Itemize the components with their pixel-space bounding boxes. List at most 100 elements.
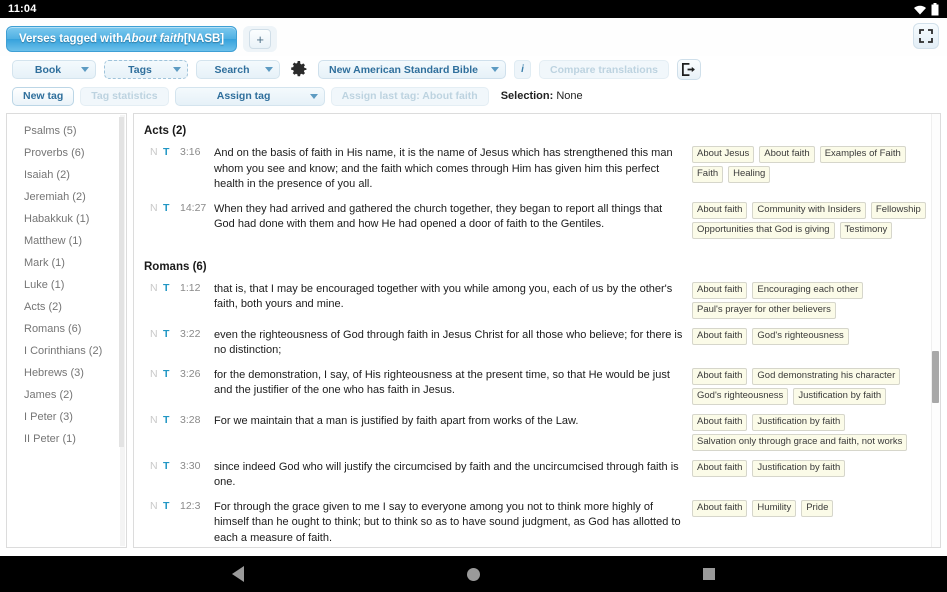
tag-chip[interactable]: Justification by faith: [752, 459, 846, 477]
verse-row[interactable]: N T 1:12 that is, that I may be encouraged …: [142, 279, 926, 325]
tag-chip[interactable]: Opportunities that God is giving: [692, 221, 835, 239]
book-dropdown[interactable]: Book: [12, 60, 96, 79]
info-button[interactable]: i: [514, 60, 531, 79]
sidebar-item[interactable]: Isaiah (2): [7, 164, 126, 186]
verse-text[interactable]: For through the grace given to me I say …: [214, 500, 690, 547]
back-icon[interactable]: [231, 566, 244, 582]
sidebar-item[interactable]: Acts (2): [7, 296, 126, 318]
verse-row[interactable]: N T 3:22 even the righteousness of God thro…: [142, 325, 926, 365]
sidebar-item[interactable]: Mark (1): [7, 252, 126, 274]
recent-apps-icon[interactable]: [703, 568, 716, 580]
tag-chip[interactable]: Pride: [801, 499, 834, 517]
translation-select[interactable]: New American Standard Bible: [318, 60, 506, 79]
tag-statistics-button[interactable]: Tag statistics: [80, 86, 169, 106]
tag-flag-icon[interactable]: T: [163, 368, 180, 380]
new-tag-button[interactable]: New tag: [12, 86, 75, 106]
verse-reference[interactable]: 12:3: [180, 500, 200, 512]
tag-chip[interactable]: Fellowship: [870, 201, 926, 219]
verse-text[interactable]: for the demonstration, I say, of His rig…: [214, 368, 690, 399]
verse-reference[interactable]: 3:30: [180, 460, 200, 472]
tag-chip[interactable]: About faith: [759, 146, 815, 163]
sidebar-scrollbar-track[interactable]: [119, 115, 125, 546]
tag-chip[interactable]: Justification by faith: [752, 413, 846, 431]
add-tab-button[interactable]: +: [249, 29, 272, 49]
sidebar-item[interactable]: Matthew (1): [7, 230, 126, 252]
tab-verses-tagged[interactable]: Verses tagged with About faith [NASB]: [6, 26, 238, 52]
verse-reference[interactable]: 3:16: [180, 146, 200, 158]
tag-chip[interactable]: About faith: [692, 281, 748, 299]
note-flag-icon[interactable]: N: [150, 368, 163, 380]
settings-button[interactable]: [288, 59, 310, 80]
tag-flag-icon[interactable]: T: [163, 328, 180, 340]
compare-translations-button[interactable]: Compare translations: [539, 60, 669, 79]
tag-chip[interactable]: God's righteousness: [752, 327, 849, 345]
tag-chip[interactable]: Humility: [752, 499, 797, 517]
tag-flag-icon[interactable]: T: [163, 202, 180, 214]
verse-reference[interactable]: 3:26: [180, 368, 200, 380]
tag-chip[interactable]: Testimony: [839, 221, 893, 239]
tag-chip[interactable]: About Jesus: [692, 146, 755, 163]
verse-text[interactable]: When they had arrived and gathered the c…: [214, 202, 690, 233]
verse-scrollbar-track[interactable]: [931, 114, 940, 547]
verse-row[interactable]: N T 3:26 for the demonstration, I say, of H…: [142, 365, 926, 411]
note-flag-icon[interactable]: N: [150, 282, 163, 294]
tag-chip[interactable]: Faith: [692, 166, 724, 183]
sidebar-item[interactable]: I Peter (3): [7, 406, 126, 428]
tag-chip[interactable]: Salvation only through grace and faith, …: [692, 433, 908, 451]
tag-chip[interactable]: God demonstrating his character: [752, 367, 901, 385]
verse-row[interactable]: N T 14:27 When they had arrived and gathere…: [142, 199, 926, 245]
tag-chip[interactable]: About faith: [692, 367, 748, 385]
sidebar-scrollbar-thumb[interactable]: [119, 117, 124, 447]
verse-reference[interactable]: 3:22: [180, 328, 200, 340]
tag-flag-icon[interactable]: T: [163, 282, 180, 294]
verse-text[interactable]: even the righteousness of God through fa…: [214, 328, 690, 359]
tags-dropdown[interactable]: Tags: [104, 60, 188, 79]
sidebar-item[interactable]: Habakkuk (1): [7, 208, 126, 230]
note-flag-icon[interactable]: N: [150, 328, 163, 340]
tag-chip[interactable]: Examples of Faith: [819, 146, 906, 163]
tag-chip[interactable]: About faith: [692, 201, 748, 219]
tag-flag-icon[interactable]: T: [163, 500, 180, 512]
tag-chip[interactable]: God's righteousness: [692, 387, 789, 405]
tag-chip[interactable]: About faith: [692, 499, 748, 517]
fullscreen-button[interactable]: [913, 23, 939, 49]
verse-text[interactable]: that is, that I may be encouraged togeth…: [214, 282, 690, 313]
sidebar-item[interactable]: James (2): [7, 384, 126, 406]
note-flag-icon[interactable]: N: [150, 146, 163, 158]
tag-flag-icon[interactable]: T: [163, 146, 180, 158]
tag-flag-icon[interactable]: T: [163, 414, 180, 426]
verse-text[interactable]: For we maintain that a man is justified …: [214, 414, 690, 430]
note-flag-icon[interactable]: N: [150, 202, 163, 214]
verse-reference[interactable]: 3:28: [180, 414, 200, 426]
home-icon[interactable]: [466, 567, 480, 581]
sidebar-item[interactable]: II Peter (1): [7, 428, 126, 450]
note-flag-icon[interactable]: N: [150, 414, 163, 426]
note-flag-icon[interactable]: N: [150, 460, 163, 472]
sidebar-item[interactable]: Romans (6): [7, 318, 126, 340]
sidebar-item[interactable]: Jeremiah (2): [7, 186, 126, 208]
tag-flag-icon[interactable]: T: [163, 460, 180, 472]
sidebar-item[interactable]: Hebrews (3): [7, 362, 126, 384]
tag-chip[interactable]: Paul's prayer for other believers: [692, 301, 836, 319]
verse-row[interactable]: N T 3:30 since indeed God who will justify …: [142, 457, 926, 497]
sidebar-item[interactable]: I Corinthians (2): [7, 340, 126, 362]
tag-chip[interactable]: Encouraging each other: [752, 281, 864, 299]
tag-chip[interactable]: About faith: [692, 459, 748, 477]
tag-chip[interactable]: Community with Insiders: [752, 201, 866, 219]
verse-text[interactable]: And on the basis of faith in His name, i…: [214, 146, 690, 193]
tag-chip[interactable]: Justification by faith: [793, 387, 887, 405]
tag-chip[interactable]: About faith: [692, 413, 748, 431]
verse-reference[interactable]: 14:27: [180, 202, 206, 214]
sidebar-item[interactable]: Luke (1): [7, 274, 126, 296]
assign-tag-dropdown[interactable]: Assign tag: [174, 86, 325, 106]
search-dropdown[interactable]: Search: [196, 60, 280, 79]
verse-reference[interactable]: 1:12: [180, 282, 200, 294]
sidebar-item[interactable]: Psalms (5): [7, 120, 126, 142]
note-flag-icon[interactable]: N: [150, 500, 163, 512]
verse-row[interactable]: N T 12:3 For through the grace given to me …: [142, 497, 926, 548]
tag-chip[interactable]: About faith: [692, 327, 748, 345]
verse-row[interactable]: N T 3:28 For we maintain that a man is just…: [142, 411, 926, 457]
sidebar-item[interactable]: Proverbs (6): [7, 142, 126, 164]
verse-row[interactable]: N T 3:16 And on the basis of faith in His n…: [142, 143, 926, 199]
tag-chip[interactable]: Healing: [728, 166, 771, 183]
